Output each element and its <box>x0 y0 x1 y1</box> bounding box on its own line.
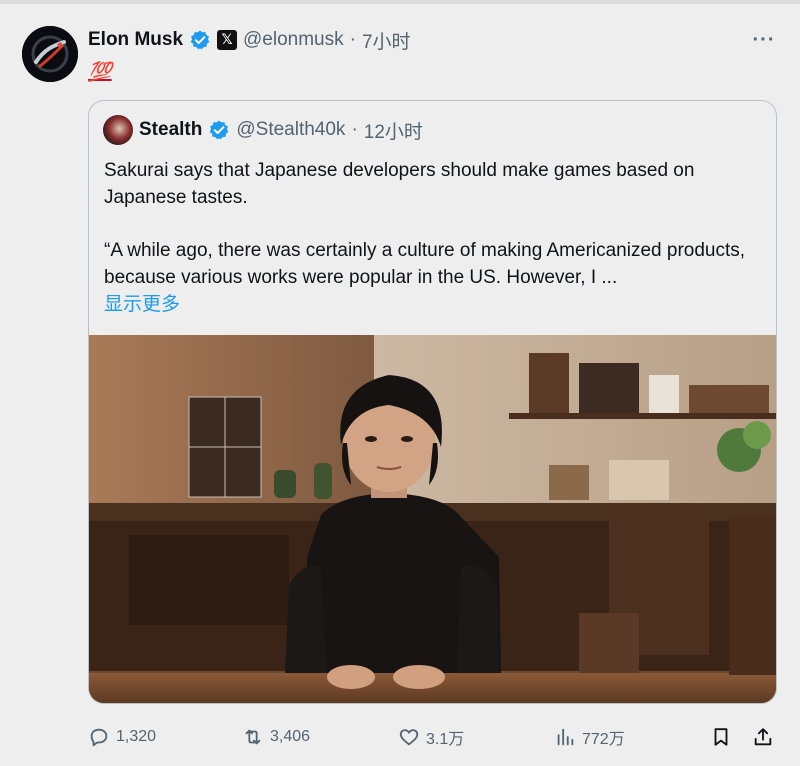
tweet[interactable]: Elon Musk 𝕏 @elonmusk · 7小时 ··· 💯 Stealt… <box>0 4 800 766</box>
x-affiliation-icon[interactable]: 𝕏 <box>217 30 238 50</box>
separator-dot: · <box>351 119 358 140</box>
bookmark-icon <box>714 728 728 746</box>
quote-paragraph-2: “A while ago, there was certainly a cult… <box>104 240 746 288</box>
reply-icon <box>90 728 108 747</box>
like-icon <box>399 729 419 746</box>
show-more-link[interactable]: 显示更多 <box>104 291 180 318</box>
quote-author-handle[interactable]: @Stealth40k <box>236 119 345 141</box>
video-still <box>89 335 776 703</box>
quote-author-name[interactable]: Stealth <box>139 119 202 141</box>
author-avatar[interactable] <box>22 26 78 82</box>
views-count: 772万 <box>582 731 625 748</box>
quote-author-avatar[interactable] <box>103 115 133 145</box>
quote-text: Sakurai says that Japanese developers sh… <box>104 157 764 318</box>
tweet-text: 💯 <box>88 61 112 83</box>
like-button[interactable]: 3.1万 <box>398 722 464 752</box>
quote-timestamp[interactable]: 12小时 <box>364 117 423 144</box>
author-name[interactable]: Elon Musk <box>88 29 183 51</box>
more-icon[interactable]: ··· <box>748 26 780 54</box>
reply-count: 1,320 <box>116 728 157 745</box>
avatar-image <box>22 26 78 82</box>
verified-icon <box>210 120 229 140</box>
views-icon <box>557 728 574 746</box>
separator-dot: · <box>349 29 356 50</box>
views-button[interactable]: 772万 <box>554 722 625 752</box>
bookmark-button[interactable] <box>710 722 732 752</box>
repost-icon <box>245 729 261 745</box>
repost-button[interactable]: 3,406 <box>242 722 310 752</box>
author-handle[interactable]: @elonmusk <box>243 29 344 51</box>
verified-icon <box>190 30 210 50</box>
quote-header: Stealth @Stealth40k · 12小时 <box>103 115 423 145</box>
quote-media-image[interactable] <box>89 335 776 703</box>
action-bar: 1,320 3,406 3.1万 772万 <box>88 722 780 752</box>
reply-button[interactable]: 1,320 <box>88 722 156 752</box>
share-icon <box>754 728 772 746</box>
tweet-header: Elon Musk 𝕏 @elonmusk · 7小时 <box>88 26 411 54</box>
repost-count: 3,406 <box>270 728 311 745</box>
quoted-tweet[interactable]: Stealth @Stealth40k · 12小时 Sakurai says … <box>88 100 777 704</box>
quote-paragraph-1: Sakurai says that Japanese developers sh… <box>104 160 695 208</box>
tweet-timestamp[interactable]: 7小时 <box>362 27 411 54</box>
share-button[interactable] <box>752 722 774 752</box>
like-count: 3.1万 <box>426 731 465 748</box>
